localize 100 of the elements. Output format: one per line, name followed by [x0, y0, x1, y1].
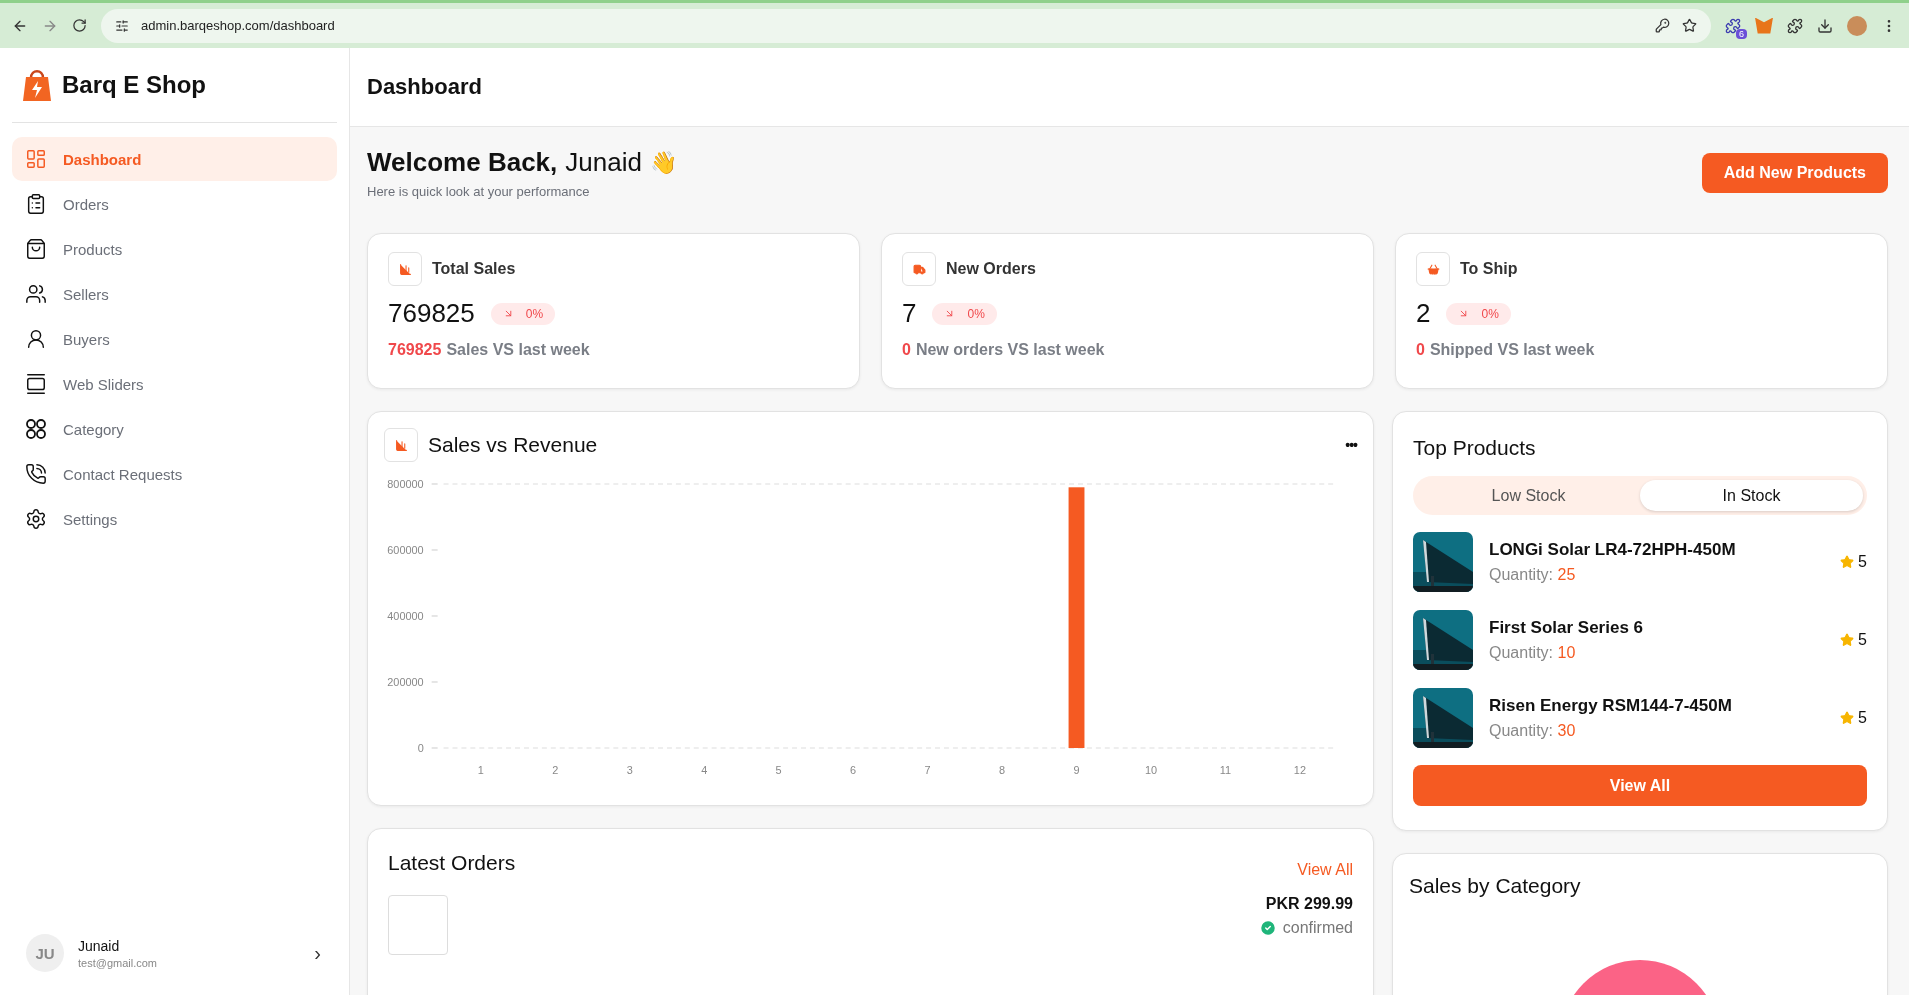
check-icon [1258, 919, 1277, 937]
logo-icon [22, 67, 52, 103]
category-label: 4 [701, 763, 708, 777]
category-label: 2 [552, 763, 559, 777]
url-text: admin.barqeshop.com/dashboard [141, 18, 336, 33]
star-icon[interactable] [1682, 18, 1697, 33]
category-label: 12 [1293, 763, 1306, 777]
product-quantity: Quantity: 25 [1489, 566, 1577, 584]
product-name: LONGi Solar LR4-72HPH-450M [1489, 540, 1737, 560]
site-settings-icon[interactable] [115, 18, 129, 33]
category-label: 8 [999, 763, 1006, 777]
stat-highlight: 769825 [388, 341, 442, 359]
welcome-greeting: Welcome Back, [367, 147, 558, 178]
stat-highlight: 0 [902, 341, 911, 359]
stat-caption: Shipped VS last week [1429, 341, 1595, 359]
clipboard-icon [25, 193, 47, 215]
nav-item[interactable]: Buyers [12, 317, 337, 361]
user-avatar[interactable]: JU [26, 934, 64, 972]
extension-icon[interactable] [1725, 17, 1741, 34]
chart-title: Sales vs Revenue [428, 433, 598, 457]
key-icon[interactable] [1655, 18, 1670, 33]
category-label: 1 [477, 763, 484, 777]
stat-value: 7 [902, 298, 917, 329]
add-products-button[interactable]: Add New Products [1701, 153, 1888, 193]
category-label: 6 [850, 763, 857, 777]
category-label: 11 [1219, 763, 1232, 777]
y-tick-label: 0 [417, 741, 424, 755]
y-tick-label: 400000 [387, 609, 424, 623]
stat-caption: New orders VS last week [915, 341, 1105, 359]
category-label: 10 [1144, 763, 1158, 777]
tab[interactable]: Low Stock [1417, 480, 1640, 511]
reload-icon[interactable] [72, 18, 87, 33]
product-name: Risen Energy RSM144-7-450M [1489, 696, 1733, 716]
puzzle-icon[interactable] [1787, 17, 1803, 34]
change-badge: 0% [1446, 302, 1511, 325]
chart-icon [388, 252, 422, 286]
user-first-name: Junaid [565, 147, 642, 178]
user-name: Junaid [78, 937, 121, 954]
more-icon[interactable]: ••• [1345, 437, 1357, 453]
rating-value: 5 [1858, 709, 1867, 727]
nav-item[interactable]: Contact Requests [12, 452, 337, 496]
user-icon [25, 328, 47, 350]
view-all-button[interactable]: View All [1413, 765, 1867, 806]
chevron-icon[interactable]: › [314, 941, 321, 965]
stat-title: To Ship [1460, 260, 1518, 278]
order-price: PKR 299.99 [1265, 895, 1353, 913]
stat-title: Total Sales [432, 260, 516, 278]
category-label: 5 [775, 763, 782, 777]
bag-icon [25, 238, 47, 260]
y-tick-label: 200000 [387, 675, 424, 689]
nav-item[interactable]: Orders [12, 182, 337, 226]
basket-icon [1416, 252, 1450, 286]
category-label: 9 [1073, 763, 1080, 777]
category-label: 7 [924, 763, 931, 777]
truck-icon [902, 252, 936, 286]
nav-item[interactable]: Sellers [12, 272, 337, 316]
card-title: Sales by Category [1409, 874, 1581, 898]
y-axis: 0 200000 400000 600000 800000 [387, 477, 439, 754]
card-title: Latest Orders [388, 851, 516, 875]
rating-value: 5 [1858, 631, 1867, 649]
user-email: test@gmail.com [78, 956, 159, 969]
nav-item[interactable]: Dashboard [12, 137, 337, 181]
rating-value: 5 [1858, 553, 1867, 571]
order-image [388, 895, 448, 955]
users-icon [25, 283, 47, 305]
change-badge: 0% [490, 302, 556, 325]
order-status: confirmed [1282, 919, 1353, 937]
card-title: Top Products [1413, 436, 1537, 460]
nav-item[interactable]: Settings [12, 497, 337, 541]
product-quantity: Quantity: 10 [1489, 644, 1577, 662]
settings-icon [25, 508, 47, 530]
view-all-link[interactable]: View All [1297, 861, 1353, 879]
extension-badge: 6 [1736, 28, 1747, 39]
grid-icon [25, 418, 47, 440]
star-icon [1840, 633, 1855, 647]
nav-item[interactable]: Products [12, 227, 337, 271]
stat-highlight: 0 [1416, 341, 1425, 359]
product-name: First Solar Series 6 [1489, 618, 1645, 638]
star-icon [1840, 555, 1855, 569]
wave-emoji: 👋 [649, 149, 677, 176]
stat-caption: Sales VS last week [446, 341, 590, 359]
brand-name: Barq E Shop [62, 71, 206, 99]
tab[interactable]: In Stock [1640, 480, 1863, 511]
address-bar[interactable]: admin.barqeshop.com/dashboard [101, 8, 1711, 43]
y-tick-label: 800000 [387, 477, 424, 491]
stat-value: 2 [1416, 298, 1431, 329]
star-icon [1840, 711, 1855, 725]
page-title: Dashboard [367, 74, 482, 100]
nav-item[interactable]: Category [12, 407, 337, 451]
y-tick-label: 600000 [387, 543, 424, 557]
welcome-subtitle: Here is quick look at your performance [367, 184, 591, 199]
chart-icon [384, 428, 418, 462]
download-icon[interactable] [1817, 17, 1833, 34]
change-badge: 0% [932, 302, 997, 325]
stat-title: New Orders [946, 260, 1036, 278]
category-label: 3 [626, 763, 633, 777]
stat-value: 769825 [388, 298, 475, 329]
nav-item[interactable]: Web Sliders [12, 362, 337, 406]
phone-icon [25, 463, 47, 485]
gallery-icon [25, 373, 47, 395]
